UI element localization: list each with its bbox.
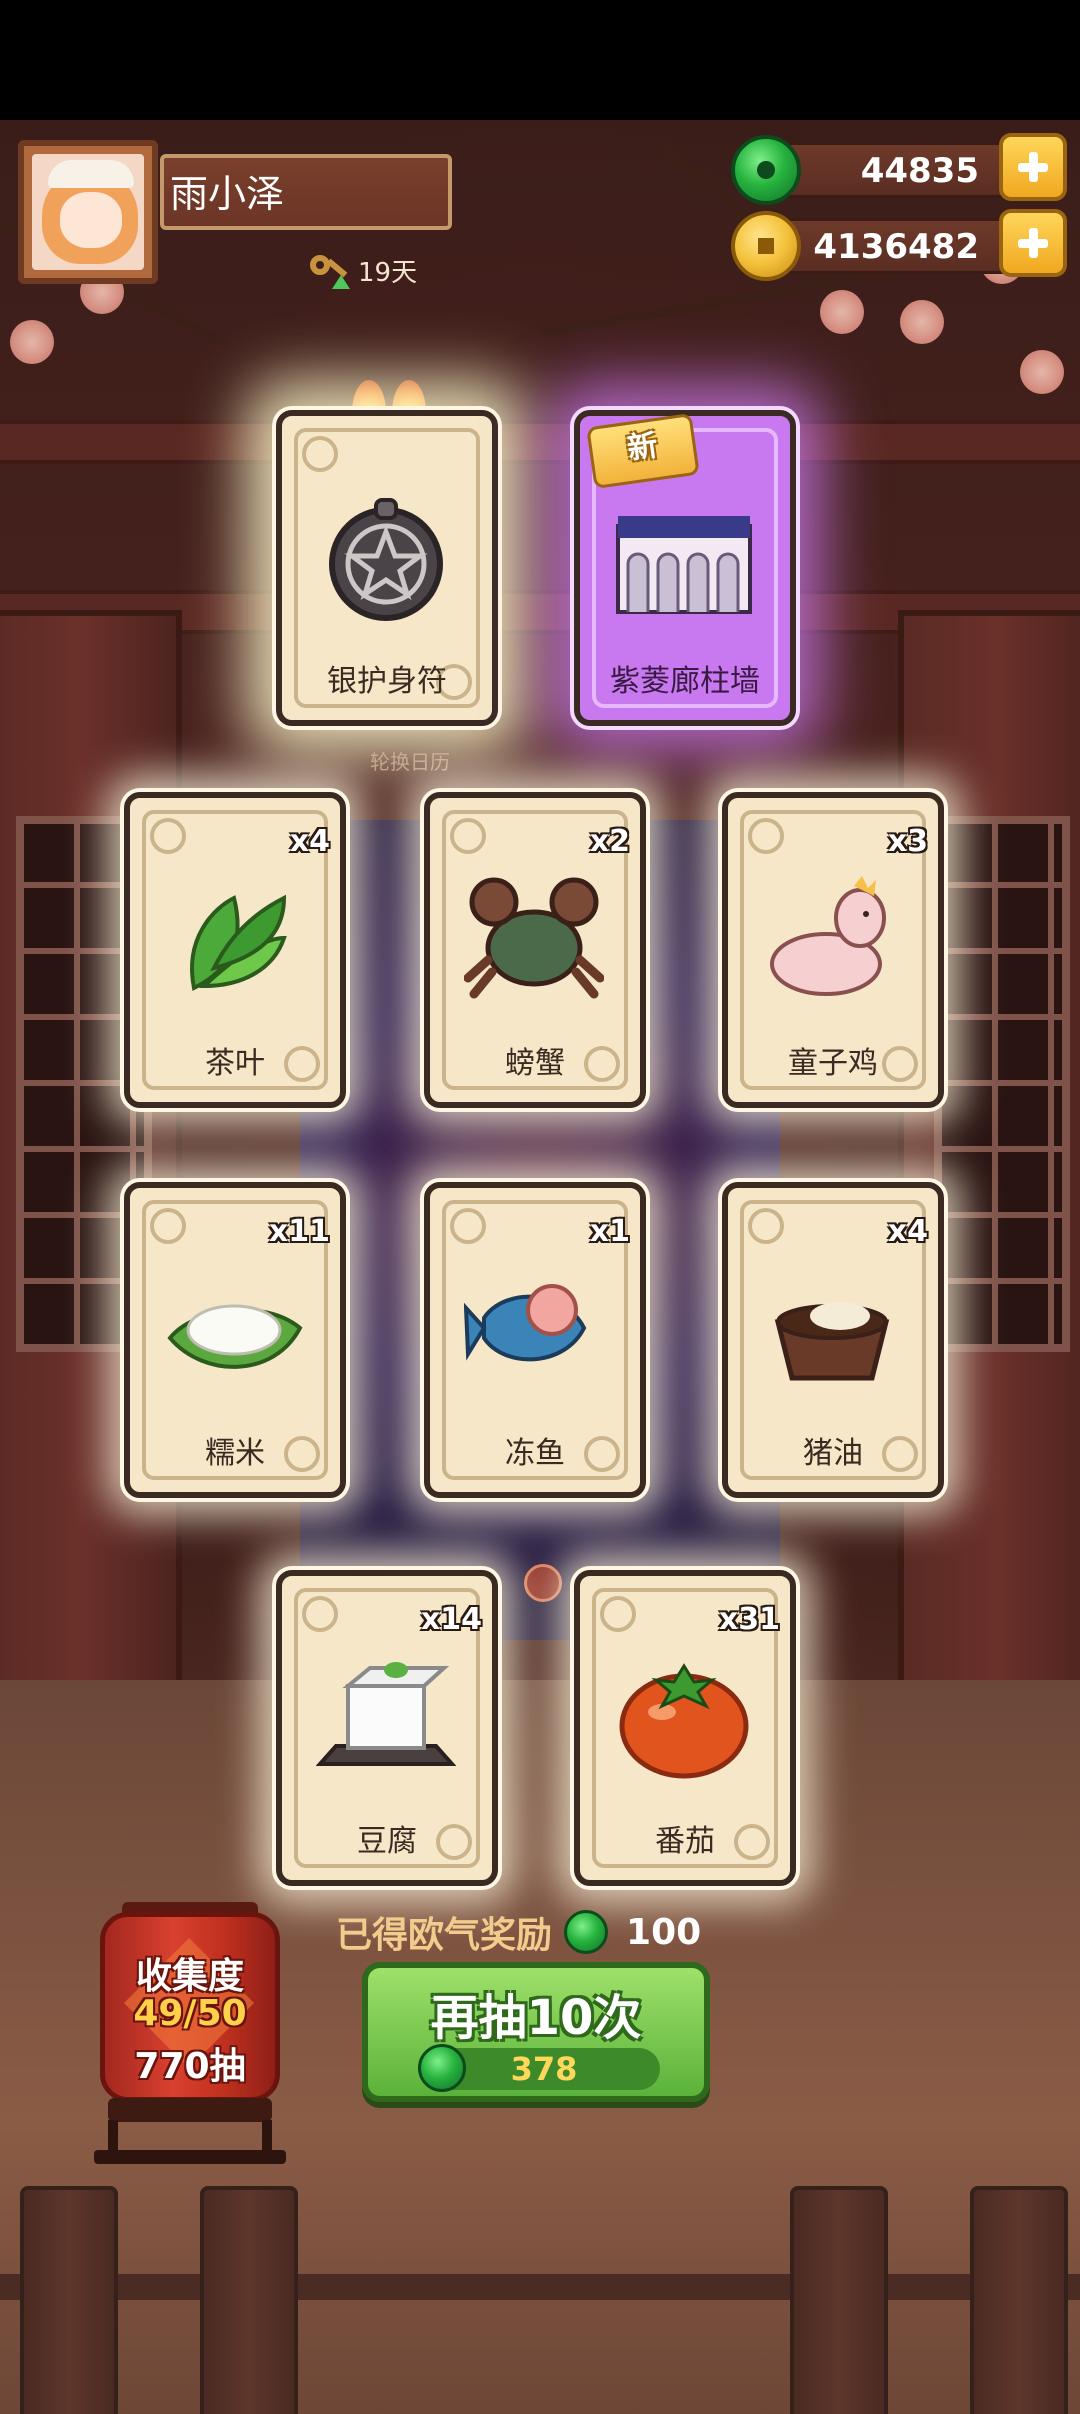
wall-beam bbox=[0, 420, 1080, 464]
card-name: 猪油 bbox=[803, 1436, 863, 1471]
item-card-tomato[interactable]: x31 番茄 bbox=[574, 1570, 796, 1886]
item-card-tea[interactable]: x4 茶叶 bbox=[124, 792, 346, 1108]
coin-icon bbox=[731, 211, 801, 281]
rotation-calendar-label: 轮换日历 bbox=[370, 750, 450, 774]
rice-icon bbox=[167, 1304, 303, 1369]
tofu-icon bbox=[316, 1662, 456, 1766]
reward-value: 100 bbox=[626, 1911, 702, 1953]
lard-bowl-icon bbox=[774, 1302, 890, 1381]
lantern-base bbox=[94, 2150, 286, 2164]
key-upgrade-icon bbox=[310, 253, 350, 289]
item-card-lard[interactable]: x4 猪油 bbox=[722, 1182, 944, 1498]
collection-draws: 770抽 bbox=[134, 2046, 246, 2087]
draw-10-again-button[interactable]: 再抽10次 378 bbox=[362, 1962, 710, 2102]
card-name: 茶叶 bbox=[205, 1046, 265, 1081]
card-name: 童子鸡 bbox=[788, 1046, 878, 1081]
jade-amount: 44835 bbox=[860, 151, 979, 191]
blossom-decoration bbox=[820, 290, 864, 334]
item-card-frozen-fish[interactable]: x1 冻鱼 bbox=[424, 1182, 646, 1498]
lucky-reward: 已得欧气奖励 100 bbox=[336, 1906, 701, 1958]
card-name: 螃蟹 bbox=[505, 1046, 565, 1081]
card-qty: x2 bbox=[589, 824, 630, 859]
tea-leaf-icon bbox=[190, 894, 287, 991]
colonnade-wall-icon bbox=[616, 516, 752, 614]
crab-icon bbox=[464, 877, 604, 999]
add-jade-button[interactable] bbox=[999, 133, 1067, 201]
reward-card-silver-amulet[interactable]: 银护身符 bbox=[276, 410, 498, 726]
draw-cost-value: 378 bbox=[510, 2050, 578, 2088]
collection-progress: 49/50 bbox=[133, 1993, 247, 2034]
card-qty: x4 bbox=[887, 1214, 928, 1249]
coin-currency-bar: 4136482 bbox=[731, 209, 1067, 281]
collection-lantern[interactable]: 收集度 49/50 770抽 bbox=[100, 1912, 280, 2102]
target-marker-icon bbox=[524, 1564, 562, 1602]
item-card-chicken[interactable]: x3 童子鸡 bbox=[722, 792, 944, 1108]
card-name: 冻鱼 bbox=[505, 1436, 565, 1471]
draw-button-label: 再抽10次 bbox=[430, 1990, 642, 2046]
blossom-decoration bbox=[10, 320, 54, 364]
card-qty: x1 bbox=[589, 1214, 630, 1249]
item-card-glutinous-rice[interactable]: x11 糯米 bbox=[124, 1182, 346, 1498]
coin-amount: 4136482 bbox=[813, 227, 979, 267]
item-card-tofu[interactable]: x14 豆腐 bbox=[276, 1570, 498, 1886]
blossom-decoration bbox=[1020, 350, 1064, 394]
login-days: 19天 bbox=[310, 252, 417, 289]
card-qty: x4 bbox=[289, 824, 330, 859]
reward-label: 已得欧气奖励 bbox=[336, 1915, 553, 1956]
amulet-icon bbox=[329, 498, 443, 621]
collection-title: 收集度 bbox=[135, 1956, 244, 1997]
jade-currency-bar: 44835 bbox=[731, 133, 1067, 205]
card-name: 紫菱廊柱墙 bbox=[610, 664, 760, 699]
chicken-icon bbox=[770, 876, 886, 996]
card-name: 番茄 bbox=[655, 1824, 715, 1859]
jade-icon bbox=[731, 135, 801, 205]
player-avatar[interactable] bbox=[18, 140, 158, 284]
lantern-foot bbox=[108, 2098, 272, 2122]
tomato-icon bbox=[619, 1663, 749, 1779]
card-qty: x31 bbox=[718, 1602, 780, 1637]
player-name: 雨小泽 bbox=[160, 154, 452, 230]
blossom-decoration bbox=[900, 300, 944, 344]
jade-icon bbox=[564, 1910, 609, 1954]
card-name: 豆腐 bbox=[357, 1824, 417, 1859]
add-coins-button[interactable] bbox=[999, 209, 1067, 277]
card-qty: x11 bbox=[268, 1214, 330, 1249]
item-card-crab[interactable]: x2 螃蟹 bbox=[424, 792, 646, 1108]
days-label: 19天 bbox=[358, 258, 418, 288]
fish-icon bbox=[464, 1284, 587, 1362]
card-qty: x14 bbox=[420, 1602, 482, 1637]
draw-cost: 378 bbox=[418, 2044, 660, 2092]
card-name: 糯米 bbox=[205, 1436, 265, 1471]
card-name: 银护身符 bbox=[327, 664, 447, 699]
card-qty: x3 bbox=[887, 824, 928, 859]
